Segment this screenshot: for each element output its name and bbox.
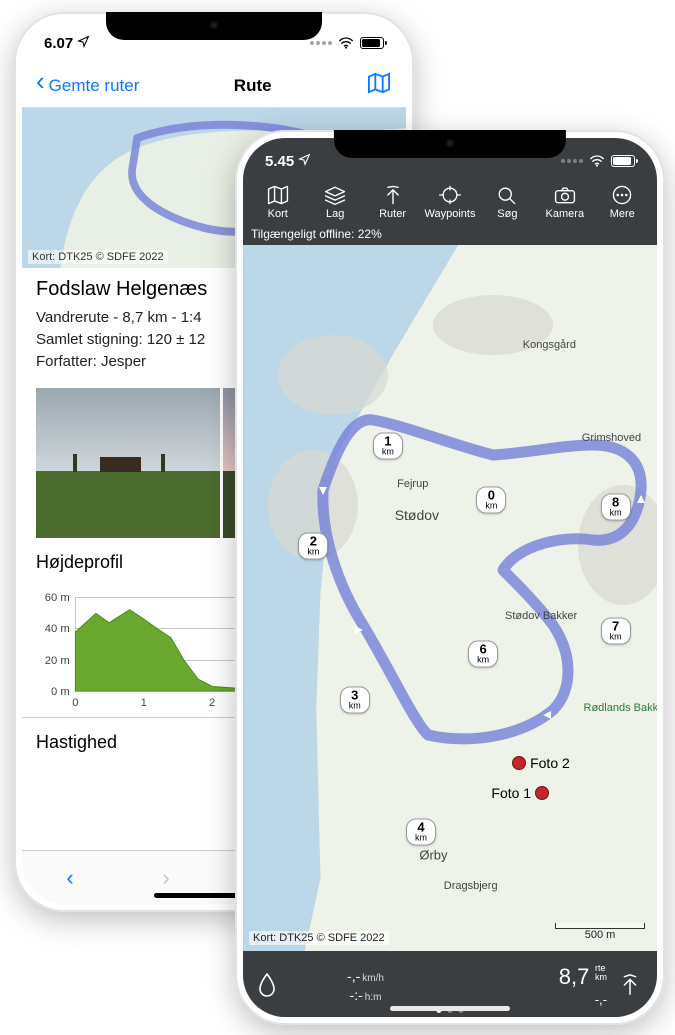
svg-text:20 m: 20 m	[45, 655, 70, 667]
map-button[interactable]	[366, 72, 392, 99]
km-marker-6: 6km	[468, 641, 498, 668]
place-stodov: Stødov	[395, 507, 439, 523]
place-dragsbjerg: Dragsbjerg	[444, 880, 498, 892]
home-indicator	[390, 1006, 510, 1011]
route-line	[243, 245, 657, 885]
place-kongsgard: Kongsgård	[523, 339, 576, 351]
phone-front: 5.45 Kort Lag	[235, 130, 665, 1025]
svg-text:40 m: 40 m	[45, 623, 70, 635]
svg-text:2: 2	[209, 697, 215, 709]
km-marker-7: 7km	[601, 618, 631, 645]
place-orby: Ørby	[419, 847, 447, 862]
prev-button[interactable]: ‹	[52, 865, 88, 891]
record-icon[interactable]	[253, 972, 281, 1001]
map-toolbar: Kort Lag Ruter Waypoints Søg Kamera	[243, 182, 657, 224]
notch	[106, 12, 322, 40]
tool-kamera[interactable]: Kamera	[536, 184, 593, 220]
place-stodov-bakker: Stødov Bakker	[505, 610, 577, 622]
tool-kort[interactable]: Kort	[249, 184, 306, 220]
tool-waypoints[interactable]: Waypoints	[421, 184, 478, 220]
chevron-left-icon	[36, 76, 45, 96]
tool-lag[interactable]: Lag	[306, 184, 363, 220]
route-photo[interactable]	[36, 388, 220, 538]
notch	[334, 130, 566, 158]
place-fejrup: Fejrup	[397, 478, 428, 490]
signal-icon	[310, 41, 332, 45]
place-rodlands: Rødlands Bakke	[584, 702, 657, 714]
battery-icon	[360, 37, 384, 49]
status-time: 5.45	[265, 153, 294, 170]
offline-status: Tilgængeligt offline: 22%	[243, 224, 657, 245]
svg-text:1: 1	[141, 697, 147, 709]
map-attribution: Kort: DTK25 © SDFE 2022	[249, 931, 389, 945]
wifi-icon	[338, 37, 354, 49]
km-marker-0: 0km	[476, 486, 506, 513]
foto-2[interactable]: Foto 2	[512, 755, 570, 771]
back-button[interactable]: Gemte ruter	[36, 76, 139, 96]
dash-route-icon[interactable]	[613, 972, 647, 1001]
status-time: 6.07	[44, 35, 73, 52]
signal-icon	[561, 159, 583, 163]
km-marker-3: 3km	[340, 687, 370, 714]
km-marker-1: 1km	[373, 432, 403, 459]
wifi-icon	[589, 155, 605, 167]
map-attribution: Kort: DTK25 © SDFE 2022	[28, 250, 168, 264]
km-marker-8: 8km	[601, 494, 631, 521]
tool-ruter[interactable]: Ruter	[364, 184, 421, 220]
tool-sog[interactable]: Søg	[479, 184, 536, 220]
foto-1[interactable]: Foto 1	[491, 785, 549, 801]
battery-icon	[611, 155, 635, 167]
dash-distance: 8,7 rtekm -,-	[450, 963, 607, 1008]
svg-text:0: 0	[72, 697, 78, 709]
nav-title: Rute	[234, 76, 272, 96]
km-marker-2: 2km	[298, 533, 328, 560]
location-icon	[77, 35, 90, 52]
next-button[interactable]: ›	[148, 865, 184, 891]
place-grimshoved: Grimshoved	[582, 432, 641, 444]
dash-speed: -,-km/h -:-h:m	[287, 967, 444, 1005]
svg-text:0 m: 0 m	[51, 686, 70, 698]
back-label: Gemte ruter	[49, 76, 140, 96]
tool-mere[interactable]: Mere	[594, 184, 651, 220]
km-marker-4: 4km	[406, 818, 436, 845]
location-icon	[298, 153, 311, 170]
main-map[interactable]: 0km 1km 2km 3km 4km 6km 7km 8km Stødov F…	[243, 245, 657, 1017]
svg-text:60 m: 60 m	[45, 592, 70, 604]
nav-bar: Gemte ruter Rute	[22, 64, 406, 108]
scale-bar: 500 m	[555, 923, 645, 941]
